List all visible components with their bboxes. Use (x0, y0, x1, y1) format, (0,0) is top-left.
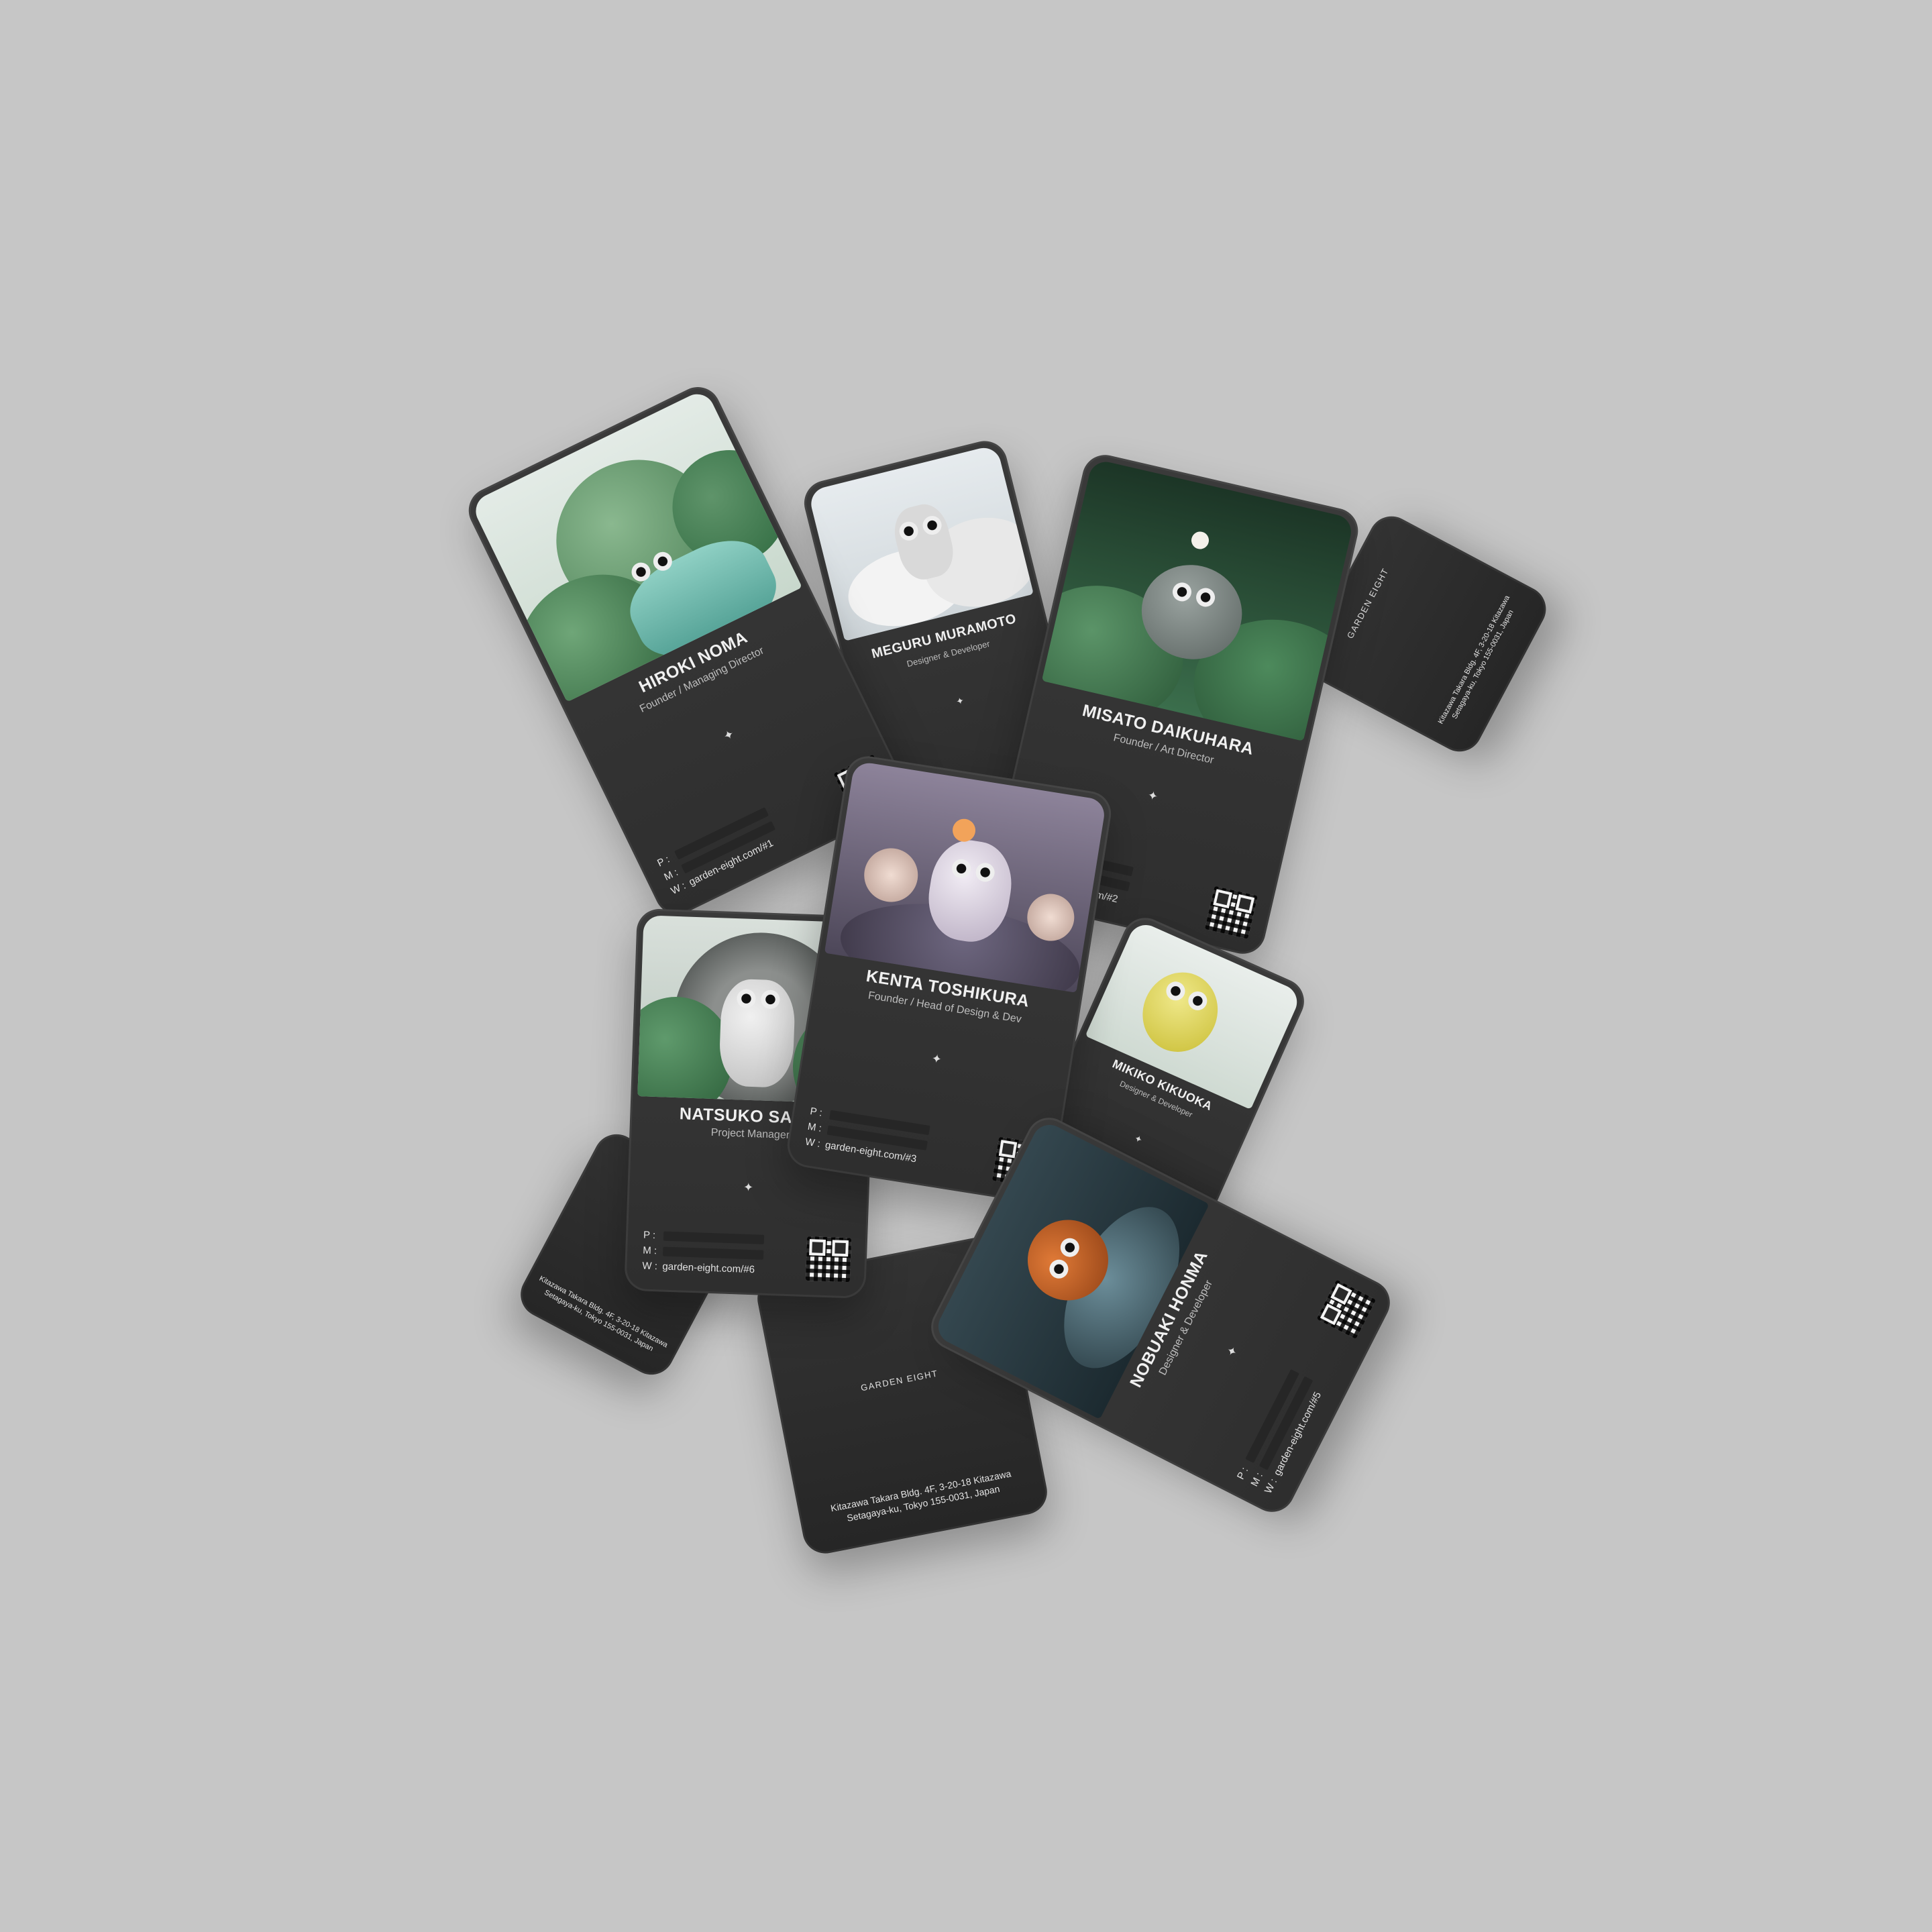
business-card-scene: GARDEN EIGHT Kitazawa Takara Bldg. 4F, 3… (0, 0, 1932, 1932)
sparkle-icon: ✦ (930, 1051, 943, 1067)
address-text: Kitazawa Takara Bldg. 4F, 3-20-18 Kitaza… (829, 1468, 1012, 1523)
character-eyes-icon (737, 989, 780, 1010)
qr-code-icon[interactable] (805, 1236, 852, 1283)
contact-block: P : M : W : garden-eight.com/#3 (804, 1104, 931, 1168)
sparkle-icon: ✦ (743, 1180, 754, 1195)
contact-block: P : M : W : garden-eight.com/#1 (655, 804, 784, 899)
qr-code-icon[interactable] (1316, 1279, 1377, 1340)
contact-block: P : M : W : garden-eight.com/#5 (1233, 1368, 1329, 1497)
address-text: Kitazawa Takara Bldg. 4F, 3-20-18 Kitaza… (1436, 594, 1515, 726)
card-photo (807, 444, 1034, 641)
qr-code-icon[interactable] (1204, 885, 1258, 939)
card-photo (824, 760, 1107, 993)
web-link[interactable]: garden-eight.com/#6 (662, 1259, 755, 1278)
contact-block: P : M : W : garden-eight.com/#6 (642, 1228, 765, 1278)
card-photo (1041, 458, 1355, 741)
